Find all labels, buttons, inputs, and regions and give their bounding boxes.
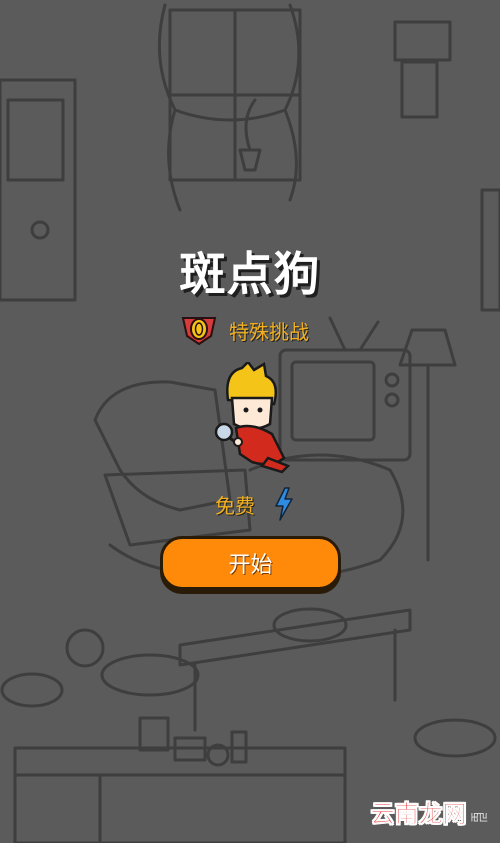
lightning-bolt-icon	[275, 487, 293, 521]
site-watermark: 云南龙网 ꡅꡖ	[370, 794, 488, 829]
level-title: 斑点狗	[179, 247, 321, 301]
coin-badge-icon	[181, 317, 217, 346]
watermark-mark: ꡅꡖ	[470, 810, 488, 824]
watermark-site-name: 云南龙网	[370, 800, 467, 829]
game-start-screen: 斑点狗 特殊挑战 免费 开始 云南龙网 ꡅꡖ	[0, 0, 500, 843]
mode-label: 特殊挑战	[229, 319, 309, 344]
cost-label: 免费	[215, 493, 255, 518]
start-button[interactable]: 开始	[160, 536, 341, 590]
detective-character-illustration	[214, 362, 291, 474]
mode-indicator: 特殊挑战	[181, 314, 309, 346]
cost-indicator: 免费	[215, 487, 295, 521]
